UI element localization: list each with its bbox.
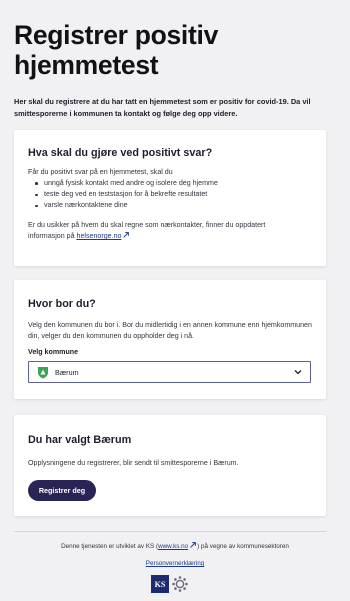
footnote-text: Er du usikker på hvem du skal regne som … (28, 221, 266, 229)
helsenorge-link-label: helsenorge.no (76, 232, 122, 241)
municipality-select-value: Bærum (55, 368, 79, 377)
confirm-card-text: Opplysningene du registrerer, blir sendt… (28, 459, 239, 467)
ks-logo: KS (151, 575, 169, 593)
info-card-footnote: Er du usikker på hvem du skal regne som … (28, 220, 318, 242)
footnote-text-2: informasjon på (28, 232, 77, 241)
footer-credit-text: Denne tjenesten er utviklet av KS ( (61, 543, 159, 550)
chevron-down-icon (294, 370, 302, 375)
gear-icon (172, 576, 188, 592)
page-title: Registrer positiv hjemmetest (14, 20, 219, 80)
list-item: teste deg ved en teststasjon for å bekre… (35, 189, 218, 200)
info-card: Hva skal du gjøre ved positivt svar? Får… (14, 130, 326, 266)
footer-logos: KS (151, 575, 189, 593)
location-card-heading: Hvor bor du? (28, 298, 96, 310)
location-card-text: Velg den kommunen du bor i. Bor du midle… (28, 321, 312, 341)
confirm-card: Du har valgt Bærum Opplysningene du regi… (14, 415, 326, 516)
footer-credit: Denne tjenesten er utviklet av KS (www.k… (0, 541, 350, 550)
list-item: varsle nærkontaktene dine (35, 200, 218, 211)
municipality-select[interactable]: Bærum (28, 361, 311, 383)
register-button[interactable]: Registrer deg (28, 480, 96, 501)
footer-divider (14, 531, 326, 532)
info-card-heading: Hva skal du gjøre ved positivt svar? (28, 147, 213, 159)
external-link-icon (190, 542, 197, 548)
ks-link-label: www.ks.no (158, 543, 189, 550)
ks-link[interactable]: www.ks.no (158, 542, 197, 550)
location-card: Hvor bor du? Velg den kommunen du bor i.… (14, 280, 326, 399)
footer-credit-text-end: ) på vegne av kommunesektoren (197, 543, 289, 550)
advice-list: unngå fysisk kontakt med andre og isoler… (35, 178, 218, 212)
municipality-label: Velg kommune (28, 348, 79, 356)
privacy-link-row: Personvernerklæring (0, 560, 350, 567)
external-link-icon (123, 232, 130, 238)
info-card-lead: Får du positivt svar på en hjemmetest, s… (28, 168, 173, 176)
list-item: unngå fysisk kontakt med andre og isoler… (35, 178, 218, 189)
helsenorge-link[interactable]: helsenorge.no (77, 232, 131, 240)
confirm-card-heading: Du har valgt Bærum (28, 434, 132, 446)
privacy-link[interactable]: Personvernerklæring (146, 560, 204, 567)
shield-icon (38, 367, 48, 379)
intro-text: Her skal du registrere at du har tatt en… (14, 97, 311, 118)
